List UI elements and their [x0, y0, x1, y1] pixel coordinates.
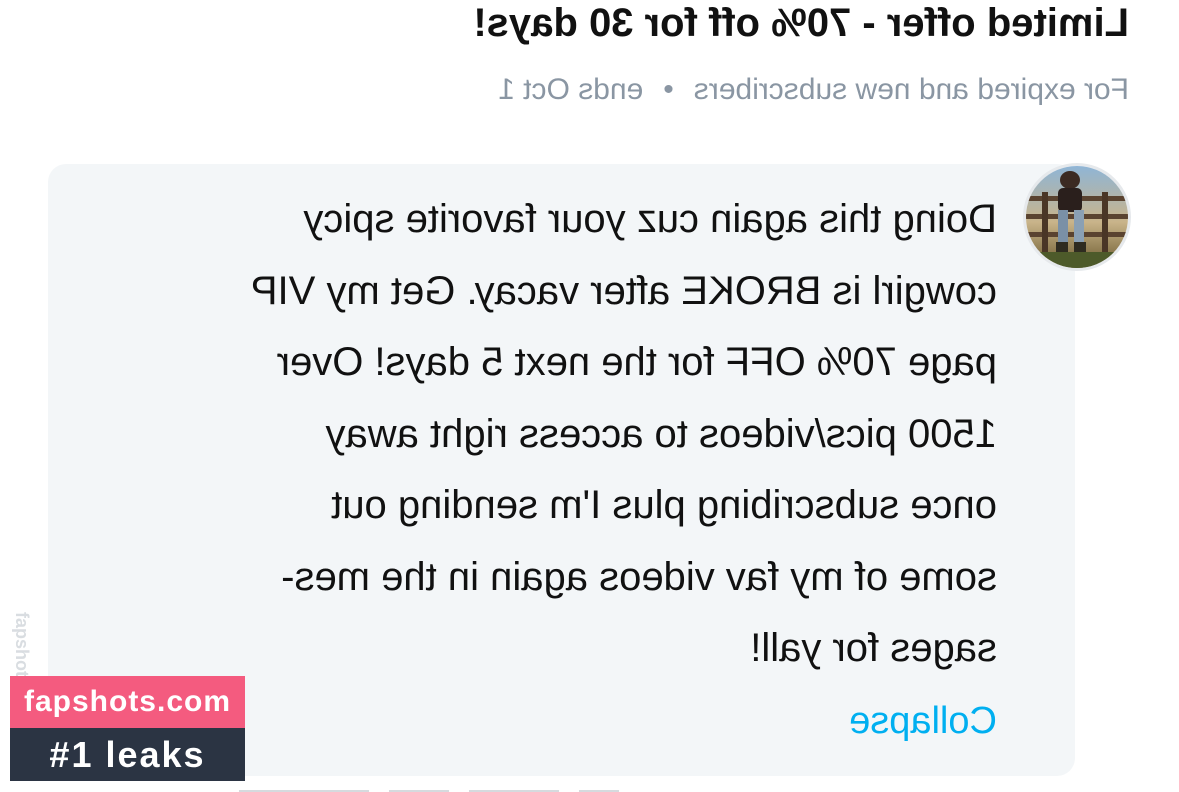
watermark-vertical-text: fapshots: [12, 612, 32, 676]
message-line: sages for yall!: [750, 626, 997, 670]
cut-off-text: [219, 778, 619, 792]
collapse-link[interactable]: Collapse: [849, 700, 997, 743]
screenshot: Limited offer - 70% off for 30 days! For…: [0, 0, 1179, 792]
watermark-tagline: #1 leaks: [10, 728, 245, 781]
offer-title: Limited offer - 70% off for 30 days!: [473, 1, 1129, 45]
message-line: Doing this again cuz your favorite spicy: [303, 197, 997, 241]
message-line: 1500 pics/videos to access right away: [325, 411, 997, 456]
watermark-badge: fapshots.com #1 leaks: [10, 676, 245, 781]
message-line: page 70% OFF for the next 5 days! Over: [276, 340, 997, 384]
separator-dot: •: [663, 73, 674, 106]
message-line: some of my fav videos again in the mes-: [281, 554, 997, 599]
avatar[interactable]: [1023, 163, 1131, 271]
avatar-photo: [1026, 166, 1128, 268]
offer-audience: For expired and new subscribers: [693, 73, 1129, 106]
offer-subtitle: For expired and new subscribers • ends Oct…: [498, 70, 1129, 110]
message-text: Doing this again cuz your favorite spicy…: [97, 184, 997, 685]
message-line: cowgirl is BROKE after vacay. Get my VIP: [250, 268, 997, 313]
mirrored-content: Limited offer - 70% off for 30 days! For…: [0, 0, 1179, 792]
message-line: once subscribing plus I'm sending out: [331, 483, 997, 527]
cut-off-text-glyphs: [239, 790, 619, 792]
watermark-site: fapshots.com: [10, 676, 245, 728]
offer-end-date: ends Oct 1: [498, 73, 644, 106]
